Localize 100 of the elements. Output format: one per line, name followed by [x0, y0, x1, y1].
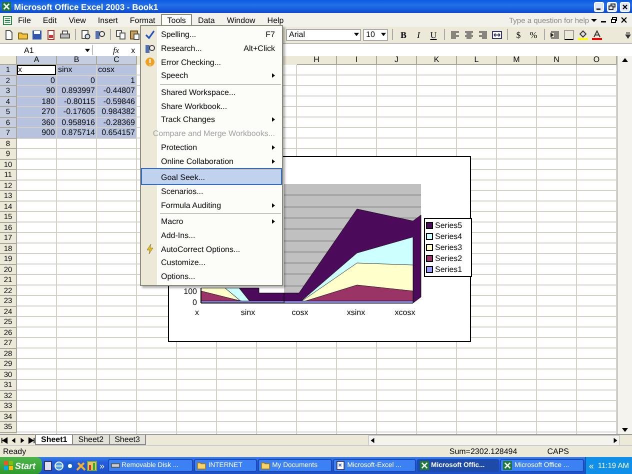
menu-item[interactable]: Track Changes: [141, 113, 282, 127]
chart-legend[interactable]: Series5 Series4 Series3 Series2 Series1: [424, 218, 472, 277]
insert-function-button[interactable]: fx: [113, 45, 120, 55]
table-cell[interactable]: cosx: [97, 65, 137, 76]
number-format-button[interactable]: $: [512, 28, 525, 40]
table-cell[interactable]: -0.80115: [57, 96, 97, 107]
menu-item[interactable]: Speech: [141, 69, 282, 83]
column-header[interactable]: H: [297, 56, 337, 65]
menu-item[interactable]: Tools: [161, 14, 192, 26]
table-cell[interactable]: 0.958916: [57, 118, 97, 128]
tools-icon[interactable]: [76, 460, 86, 470]
column-header[interactable]: A: [17, 56, 57, 65]
menu-item[interactable]: Edit: [36, 14, 63, 26]
menu-item[interactable]: Error Checking...: [141, 55, 282, 70]
previous-sheet-icon[interactable]: [10, 436, 17, 444]
sheet-tab[interactable]: Sheet1: [35, 435, 74, 445]
new-document-icon[interactable]: [4, 30, 14, 40]
table-cell[interactable]: 360: [17, 118, 57, 128]
table-cell[interactable]: x: [17, 65, 57, 76]
fill-color-icon[interactable]: [578, 30, 588, 40]
align-left-icon[interactable]: [450, 30, 460, 40]
table-cell[interactable]: -0.59846: [97, 96, 137, 107]
table-cell[interactable]: sinx: [57, 65, 97, 76]
menu-item[interactable]: Data: [192, 14, 221, 26]
menu-item[interactable]: Window: [220, 14, 262, 26]
quick-launch-more-button[interactable]: »: [100, 460, 105, 470]
merge-cells-icon[interactable]: [492, 30, 502, 40]
menu-item[interactable]: Share Workbook...: [141, 99, 282, 114]
caret-icon[interactable]: [591, 17, 597, 23]
font-size-dropdown[interactable]: 10: [363, 28, 388, 40]
vertical-scrollbar[interactable]: [617, 56, 632, 434]
align-center-icon[interactable]: [464, 30, 474, 40]
save-icon[interactable]: [32, 30, 42, 40]
table-cell[interactable]: 0.875714: [57, 128, 97, 138]
menu-item[interactable]: Protection: [141, 140, 282, 154]
table-cell[interactable]: -0.28369: [97, 118, 137, 128]
font-dropdown[interactable]: Arial: [286, 28, 361, 40]
column-header[interactable]: K: [417, 56, 457, 65]
scroll-left-icon[interactable]: [369, 436, 376, 444]
table-cell[interactable]: 900: [17, 128, 57, 138]
column-header[interactable]: O: [577, 56, 617, 65]
menu-item[interactable]: Goal Seek...: [141, 168, 282, 185]
first-sheet-icon[interactable]: [1, 436, 8, 444]
table-cell[interactable]: -0.17605: [57, 107, 97, 118]
menu-item[interactable]: Help: [261, 14, 290, 26]
table-cell[interactable]: 0.984382: [97, 107, 137, 118]
column-header[interactable]: N: [537, 56, 577, 65]
toolbar-options-icon[interactable]: [625, 30, 631, 40]
document-icon[interactable]: [42, 460, 53, 470]
borders-icon[interactable]: [564, 30, 574, 40]
name-box[interactable]: A1: [0, 45, 93, 55]
table-cell[interactable]: 90: [17, 86, 57, 96]
column-header[interactable]: B: [57, 56, 97, 65]
format-button[interactable]: I: [412, 28, 425, 40]
menu-item[interactable]: Spelling... F7: [141, 28, 282, 42]
sheet-tab[interactable]: Sheet3: [108, 435, 146, 445]
menu-item[interactable]: Research... Alt+Click: [141, 42, 282, 56]
table-cell[interactable]: 0: [17, 76, 57, 86]
column-header[interactable]: C: [97, 56, 137, 65]
document-icon[interactable]: [46, 30, 56, 40]
last-sheet-icon[interactable]: [28, 436, 35, 444]
minimize-button[interactable]: [594, 2, 604, 12]
menu-item[interactable]: Format: [124, 14, 162, 26]
spreadsheet-icon[interactable]: [3, 16, 12, 24]
font-color-icon[interactable]: [592, 30, 602, 40]
table-cell[interactable]: 270: [17, 107, 57, 118]
table-cell[interactable]: 0.654157: [97, 128, 137, 138]
column-header[interactable]: J: [377, 56, 417, 65]
table-cell[interactable]: -0.44807: [97, 86, 137, 96]
close-icon[interactable]: [621, 17, 627, 23]
circle-icon[interactable]: [64, 460, 75, 470]
restore-icon[interactable]: [611, 17, 617, 23]
scroll-right-icon[interactable]: [612, 436, 619, 444]
copy-icon[interactable]: [116, 30, 126, 40]
table-cell[interactable]: 0: [57, 76, 97, 86]
table-cell[interactable]: 0.893997: [57, 86, 97, 96]
number-format-button[interactable]: %: [527, 28, 540, 40]
format-button[interactable]: U: [427, 28, 440, 40]
print-icon[interactable]: [60, 30, 70, 40]
close-button[interactable]: [620, 2, 630, 12]
menu-item[interactable]: View: [62, 14, 92, 26]
column-header[interactable]: I: [337, 56, 377, 65]
menu-item[interactable]: Insert: [92, 14, 124, 26]
open-folder-icon[interactable]: [18, 30, 28, 40]
column-header[interactable]: L: [457, 56, 497, 65]
align-right-icon[interactable]: [478, 30, 488, 40]
chart-icon[interactable]: [86, 460, 97, 470]
table-cell[interactable]: 1: [97, 76, 137, 86]
print-preview-icon[interactable]: [81, 30, 91, 40]
restore-button[interactable]: [607, 2, 617, 12]
horizontal-scrollbar[interactable]: [368, 434, 620, 446]
globe-icon[interactable]: [54, 460, 64, 470]
menu-item[interactable]: File: [12, 14, 37, 26]
next-sheet-icon[interactable]: [19, 436, 26, 444]
table-cell[interactable]: 180: [17, 96, 57, 107]
indent-icon[interactable]: [550, 30, 560, 40]
research-icon[interactable]: [95, 30, 105, 40]
format-button[interactable]: B: [397, 28, 410, 40]
formula-field[interactable]: x: [129, 46, 138, 54]
column-header[interactable]: M: [497, 56, 537, 65]
